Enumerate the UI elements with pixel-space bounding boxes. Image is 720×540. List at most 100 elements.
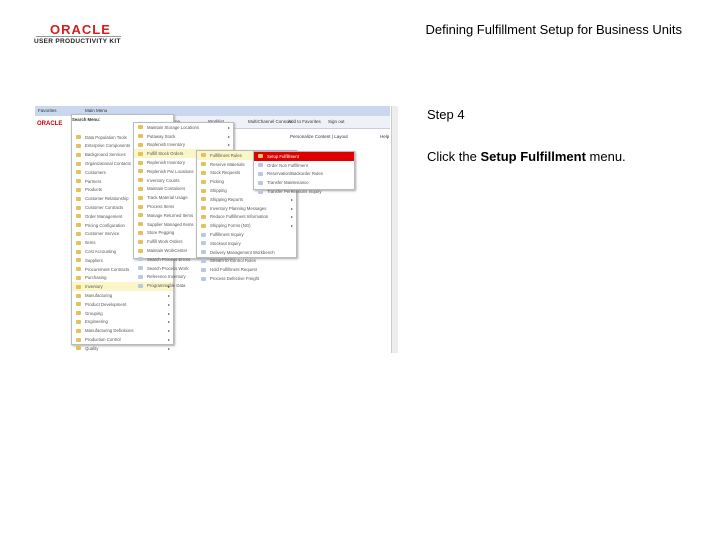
menu-item[interactable]: Replenish Inventory ▸ xyxy=(134,141,233,150)
submenu-arrow-icon: ▸ xyxy=(167,310,170,316)
nav-link[interactable]: Sign out xyxy=(328,119,345,124)
document-icon xyxy=(258,180,263,185)
document-icon xyxy=(138,257,143,262)
submenu-arrow-icon: ▸ xyxy=(227,133,230,139)
folder-icon xyxy=(138,160,143,165)
menu-item[interactable]: Stream to Control Rules xyxy=(197,257,296,266)
menu-item-label: Shipping Reports xyxy=(210,196,243,202)
menu-item[interactable]: Putaway Stock ▸ xyxy=(134,132,233,141)
folder-icon xyxy=(76,214,81,219)
menu-item-label: Fulfillment Rules xyxy=(210,152,242,158)
menu-item[interactable]: Hold Fulfillment Request xyxy=(197,265,296,274)
submenu-arrow-icon: ▸ xyxy=(167,328,170,334)
menu-item[interactable]: Process Defective Freight xyxy=(197,274,296,283)
folder-icon xyxy=(76,135,81,140)
menu-item-label: Grouping xyxy=(85,310,103,316)
folder-icon xyxy=(76,328,81,333)
step-instruction: Click the Setup Fulfillment menu. xyxy=(427,149,626,164)
menu-item-label: Order Non Fulfillment xyxy=(267,162,308,168)
folder-icon xyxy=(76,161,81,166)
menu-item[interactable]: Order Non Fulfillment xyxy=(254,161,354,170)
application-screenshot: Favorites Main Menu ORACLE HomeWorklistM… xyxy=(35,106,398,353)
submenu-arrow-icon: ▸ xyxy=(167,337,170,343)
menu-item[interactable]: Quality ▸ xyxy=(72,344,173,353)
help-link[interactable]: Help xyxy=(380,134,389,139)
menu-item-label: Cost Accounting xyxy=(85,249,117,255)
menu-item-label: Stream to Control Rules xyxy=(210,258,256,264)
upk-logo-text: USER PRODUCTIVITY KIT xyxy=(34,38,121,45)
menu-item-label: Background Services xyxy=(85,152,126,158)
nav-link[interactable]: MultiChannel Console xyxy=(248,119,292,124)
menu-item[interactable]: Manufacturing ▸ xyxy=(72,291,173,300)
menu-item[interactable]: Production Control ▸ xyxy=(72,335,173,344)
folder-icon xyxy=(76,275,81,280)
menu-item-label: Shipping Forms (NG) xyxy=(210,223,251,229)
menu-item[interactable]: Transfer Maintenance xyxy=(254,178,354,187)
personalize-link[interactable]: Personalize Content | Layout xyxy=(290,134,348,139)
menu-item[interactable]: Inventory Planning Messages ▸ xyxy=(197,204,296,213)
folder-icon xyxy=(201,153,206,158)
menu-item[interactable]: Product Development ▸ xyxy=(72,300,173,309)
menu-item[interactable]: Engineering ▸ xyxy=(72,318,173,327)
document-icon xyxy=(201,276,206,281)
menu-item-label: Customers xyxy=(85,169,106,175)
menu-item-label: Transfer Permissions Inquiry xyxy=(267,189,322,195)
menu-item-label: Suppliers xyxy=(85,257,103,263)
menu-item-label: Pricing Configuration xyxy=(85,222,125,228)
menu-item[interactable]: Reduce Fulfillment Information ▸ xyxy=(197,213,296,222)
menu-item[interactable]: Grouping ▸ xyxy=(72,309,173,318)
menu-item-label: Reserve Materials xyxy=(210,161,245,167)
menu-item-label: Shipping xyxy=(210,188,227,194)
menu-item[interactable]: Setup Fulfillment xyxy=(254,152,354,161)
submenu-arrow-icon: ▸ xyxy=(227,142,230,148)
submenu-arrow-icon: ▸ xyxy=(290,223,293,229)
menu-item[interactable]: Maintain Storage Locations ▸ xyxy=(134,123,233,132)
menu-item-label: Manufacturing xyxy=(85,293,113,299)
document-icon xyxy=(201,250,206,255)
menu-item[interactable]: Delivery Management Workbench xyxy=(197,248,296,257)
menu-item-label: Reduce Fulfillment Information xyxy=(210,214,269,220)
menu-item-label: Fulfill Stock Orders xyxy=(147,151,184,157)
menu-item-label: Picking xyxy=(210,179,224,185)
folder-icon xyxy=(138,204,143,209)
folder-icon xyxy=(201,162,206,167)
menu-item[interactable]: Manufacturing Definitions ▸ xyxy=(72,326,173,335)
folder-icon xyxy=(76,293,81,298)
menu-item[interactable]: Shipping Forms (NG) ▸ xyxy=(197,221,296,230)
menu-item-label: Setup Fulfillment xyxy=(267,153,300,159)
page-title: Defining Fulfillment Setup for Business … xyxy=(425,22,682,37)
menu-item-label: Partners xyxy=(85,178,102,184)
menu-item-label: Purchasing xyxy=(85,275,107,281)
folder-icon xyxy=(138,248,143,253)
menu-item[interactable]: Reservation/Backorder Rules xyxy=(254,170,354,179)
folder-icon xyxy=(76,319,81,324)
menu-item-label: Fulfillment Inquiry xyxy=(210,232,244,238)
menu-item-label: Search Process Work xyxy=(147,265,189,271)
folder-icon xyxy=(138,230,143,235)
nav-link[interactable]: Add to Favorites xyxy=(288,119,321,124)
menu-item-label: Manage Returned Items xyxy=(147,212,194,218)
submenu-arrow-icon: ▸ xyxy=(290,214,293,220)
menu-item-label: Inventory xyxy=(85,284,103,290)
menu-item[interactable]: Shipping Reports ▸ xyxy=(197,195,296,204)
menu-item[interactable]: Stockout Inquiry xyxy=(197,239,296,248)
folder-icon xyxy=(201,179,206,184)
submenu-arrow-icon: ▸ xyxy=(290,205,293,211)
submenu-arrow-icon: ▸ xyxy=(167,345,170,351)
menu-item-label: Organizational Contacts xyxy=(85,161,131,167)
main-menu[interactable]: Main Menu xyxy=(85,108,107,113)
scrollbar[interactable] xyxy=(391,106,398,353)
menu-item-label: Manufacturing Definitions xyxy=(85,328,134,334)
menu-item-label: Production Control xyxy=(85,337,121,343)
favorites-menu[interactable]: Favorites xyxy=(38,108,57,113)
oracle-brand: ORACLE xyxy=(37,121,63,127)
menu-item[interactable]: Fulfillment Inquiry xyxy=(197,230,296,239)
menu-item-label: Engineering xyxy=(85,319,108,325)
folder-icon xyxy=(138,178,143,183)
menu-item-label: Items xyxy=(85,240,96,246)
folder-icon xyxy=(138,195,143,200)
document-icon xyxy=(138,283,143,288)
folder-icon xyxy=(201,223,206,228)
menu-item[interactable]: Transfer Permissions Inquiry xyxy=(254,187,354,196)
folder-icon xyxy=(76,346,81,351)
